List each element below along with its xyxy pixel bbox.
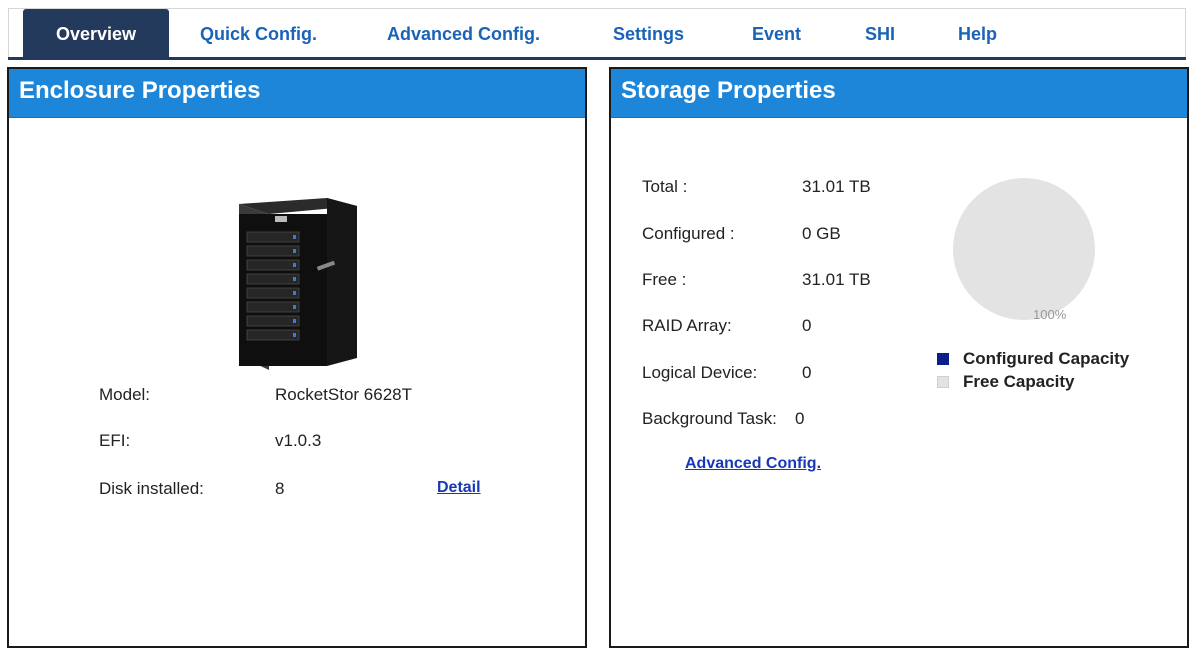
storage-panel-title: Storage Properties — [611, 69, 1187, 118]
tab-overview[interactable]: Overview — [23, 9, 169, 58]
raid-array-value: 0 — [802, 316, 812, 335]
legend-configured-label: Configured Capacity — [963, 349, 1130, 368]
tab-event[interactable]: Event — [752, 9, 801, 58]
legend-configured-swatch — [937, 353, 949, 365]
legend-configured: Configured Capacity — [937, 349, 1129, 369]
disk-installed-label: Disk installed: — [99, 479, 204, 498]
tab-help[interactable]: Help — [958, 9, 997, 58]
raid-array-label: RAID Array: — [642, 316, 732, 335]
total-label: Total : — [642, 177, 688, 196]
rocketstor-enclosure-image — [239, 198, 357, 370]
configured-value: 0 GB — [802, 224, 841, 243]
detail-link[interactable]: Detail — [437, 479, 481, 497]
storage-panel: Storage Properties Total : 31.01 TB Conf… — [609, 67, 1189, 648]
legend-free: Free Capacity — [937, 372, 1075, 392]
tab-shi[interactable]: SHI — [865, 9, 895, 58]
capacity-pie-chart — [953, 178, 1095, 320]
free-label: Free : — [642, 270, 687, 289]
pie-slice-free — [953, 178, 1095, 320]
pie-percent-label: 100% — [1033, 307, 1067, 322]
top-nav: Overview Quick Config. Advanced Config. … — [8, 8, 1186, 58]
enclosure-panel-title: Enclosure Properties — [9, 69, 585, 118]
disk-installed-value: 8 — [275, 479, 285, 498]
background-task-label: Background Task: — [642, 409, 777, 428]
efi-label: EFI: — [99, 431, 131, 450]
total-value: 31.01 TB — [802, 177, 871, 196]
legend-free-swatch — [937, 376, 949, 388]
logical-device-value: 0 — [802, 363, 812, 382]
enclosure-panel: Enclosure Properties Model: RocketStor 6… — [7, 67, 587, 648]
free-value: 31.01 TB — [802, 270, 871, 289]
advanced-config-link[interactable]: Advanced Config. — [685, 455, 821, 473]
background-task-value: 0 — [795, 409, 805, 428]
configured-label: Configured : — [642, 224, 735, 243]
legend-free-label: Free Capacity — [963, 372, 1075, 391]
tab-quick-config[interactable]: Quick Config. — [200, 9, 317, 58]
nav-divider — [8, 57, 1186, 60]
model-label: Model: — [99, 385, 151, 404]
tab-settings[interactable]: Settings — [613, 9, 684, 58]
model-value: RocketStor 6628T — [275, 385, 413, 404]
logical-device-label: Logical Device: — [642, 363, 758, 382]
efi-value: v1.0.3 — [275, 431, 322, 450]
tab-advanced-config[interactable]: Advanced Config. — [387, 9, 540, 58]
